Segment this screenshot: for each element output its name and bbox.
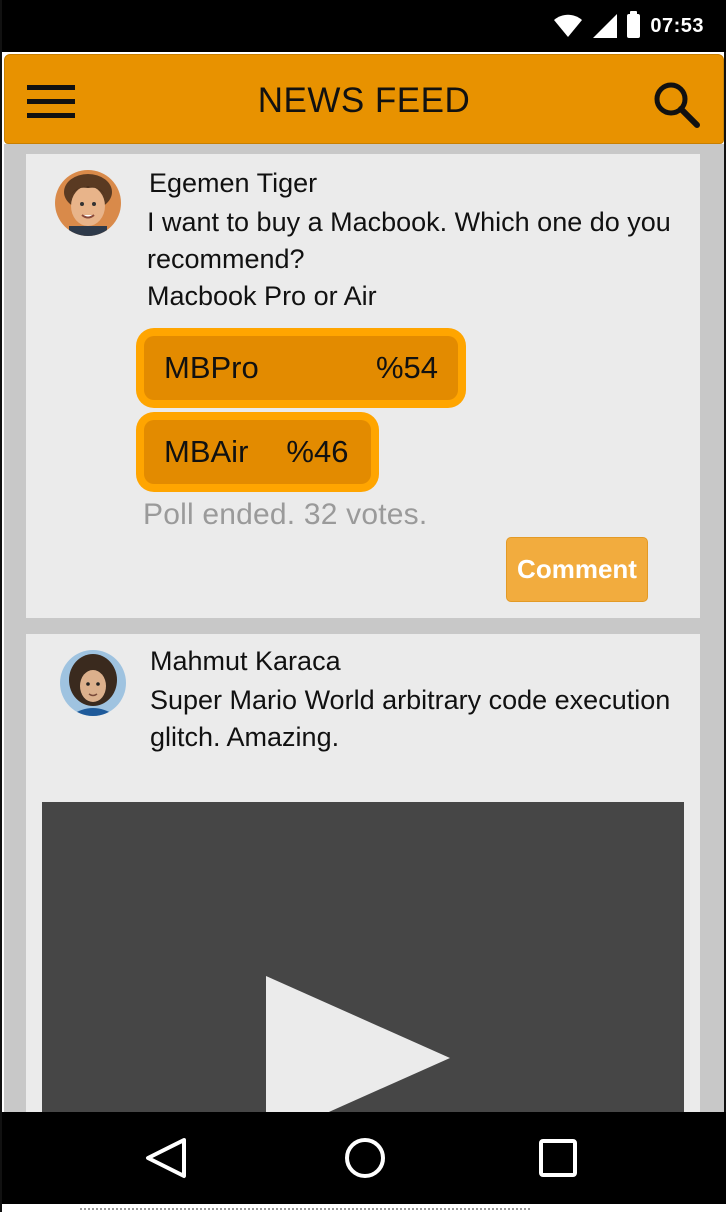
poll-option-mbpro[interactable]: MBPro %54 — [136, 328, 466, 408]
wifi-icon — [554, 14, 583, 37]
back-icon[interactable] — [142, 1134, 190, 1182]
avatar[interactable] — [55, 170, 121, 236]
app-bar: NEWS FEED — [4, 54, 724, 144]
divider — [80, 1208, 530, 1210]
battery-icon — [627, 11, 641, 38]
post-text-line: I want to buy a Macbook. Which one do yo… — [147, 207, 671, 311]
poll-option-percent: %54 — [375, 350, 438, 385]
poll-option-inner: MBPro %54 — [144, 336, 458, 400]
avatar[interactable] — [60, 650, 126, 716]
page-title: NEWS FEED — [257, 81, 471, 120]
post-text: Super Mario World arbitrary code executi… — [150, 685, 671, 752]
post-card: Egemen Tiger I want to buy a Macbook. Wh… — [26, 154, 700, 618]
signal-icon — [593, 14, 618, 38]
device-frame: 07:53 NEWS FEED Egemen Tiger I want to b… — [0, 0, 726, 1212]
video-player[interactable] — [42, 802, 684, 1112]
home-icon[interactable] — [341, 1134, 389, 1182]
post-card: Mahmut Karaca Super Mario World arbitrar… — [26, 634, 700, 1112]
poll-option-label: MBPro — [164, 350, 259, 385]
poll-option-percent: %46 — [286, 434, 349, 469]
clock: 07:53 — [650, 14, 704, 37]
news-feed[interactable]: Egemen Tiger I want to buy a Macbook. Wh… — [4, 144, 724, 1112]
recents-icon[interactable] — [534, 1134, 582, 1182]
comment-button[interactable]: Comment — [506, 537, 648, 602]
post-author[interactable]: Mahmut Karaca — [150, 646, 341, 677]
poll-status: Poll ended. 32 votes. — [143, 498, 428, 531]
status-bar: 07:53 — [2, 0, 726, 52]
post-text: I want to buy a Macbook. Which one do yo… — [147, 204, 707, 315]
post-author[interactable]: Egemen Tiger — [149, 168, 317, 199]
poll-option-label: MBAir — [164, 434, 249, 469]
poll-option-mbair[interactable]: MBAir %46 — [136, 412, 379, 492]
status-icons: 07:53 — [553, 10, 704, 42]
poll-option-inner: MBAir %46 — [144, 420, 371, 484]
play-icon[interactable] — [266, 976, 450, 1112]
search-icon[interactable] — [651, 79, 701, 129]
nav-bar — [2, 1112, 726, 1204]
